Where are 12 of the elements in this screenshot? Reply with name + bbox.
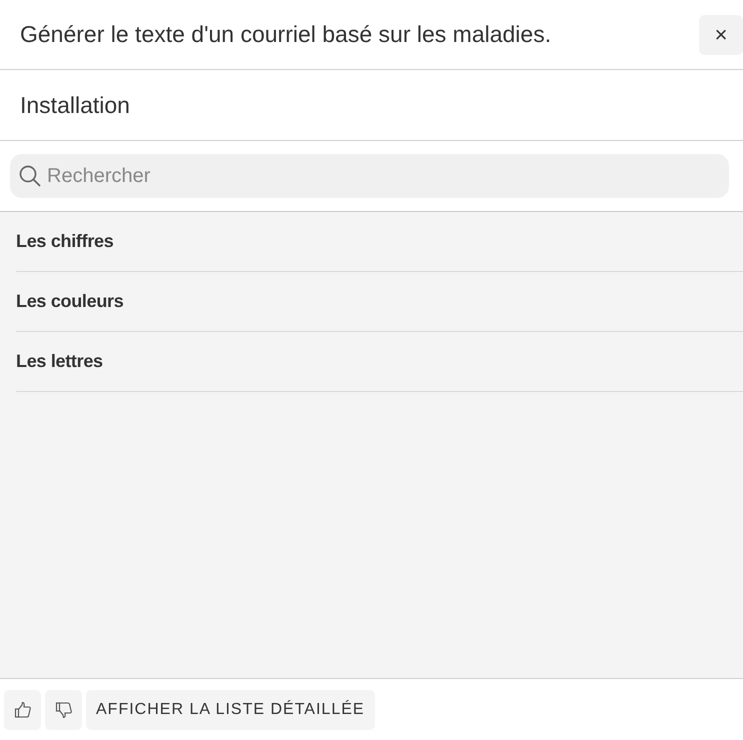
- detailed-list-button[interactable]: AFFICHER LA LISTE DÉTAILLÉE: [86, 690, 375, 730]
- search-field[interactable]: Rechercher: [10, 154, 729, 198]
- thumbs-up-button[interactable]: [4, 690, 41, 730]
- dialog-title: Générer le texte d'un courriel basé sur les maladies.: [20, 21, 552, 48]
- close-button[interactable]: ×: [699, 14, 743, 54]
- list-item[interactable]: Les chiffres: [16, 231, 114, 252]
- section-title: Installation: [20, 92, 130, 118]
- list-item[interactable]: Les lettres: [16, 351, 103, 372]
- thumbs-down-icon: [54, 700, 72, 718]
- thumbs-up-icon: [14, 700, 32, 718]
- list-item[interactable]: Les couleurs: [16, 291, 124, 312]
- thumbs-down-button[interactable]: [45, 690, 82, 730]
